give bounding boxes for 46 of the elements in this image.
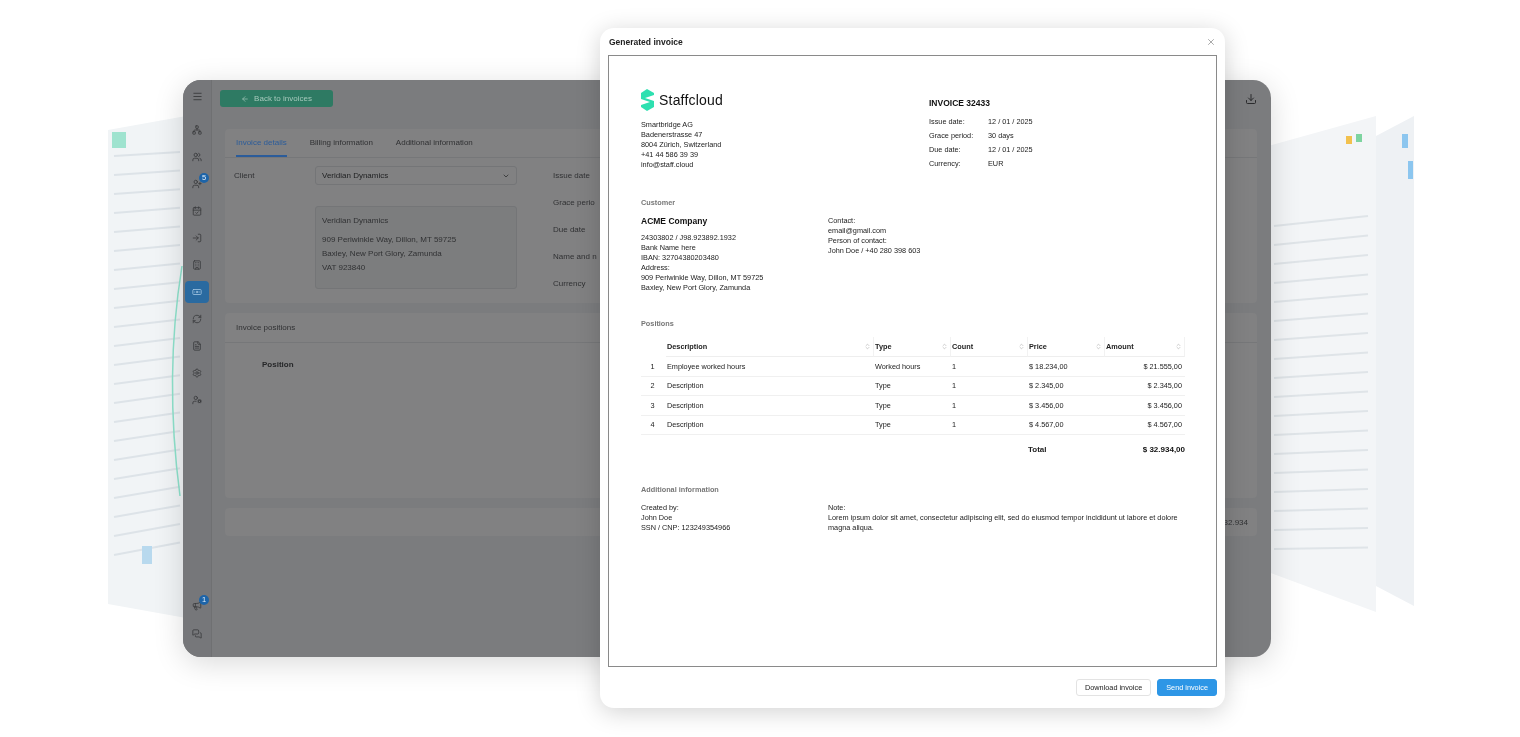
address-line: 909 Periwinkle Way, Dillon, MT 59725 <box>322 234 458 244</box>
address-line: VAT 923840 <box>322 262 367 272</box>
field-label: Client <box>234 170 256 182</box>
document-icon <box>192 341 202 351</box>
sort-icon <box>1095 343 1102 350</box>
sort-icon <box>864 343 871 350</box>
field-label: Due date <box>553 224 587 236</box>
megaphone-icon <box>192 601 202 611</box>
column-header: Position <box>262 360 294 369</box>
customer-name: ACME Company <box>641 216 709 226</box>
login-icon <box>192 233 202 243</box>
field-label: Issue date <box>553 170 591 182</box>
download-icon[interactable] <box>1245 92 1257 105</box>
tab[interactable]: Additional information <box>395 129 473 157</box>
logo-text: Staffcloud <box>659 92 723 108</box>
field-label: Grace perio <box>553 197 596 209</box>
total-value: $ 32.934,00 <box>1141 444 1185 454</box>
total-amount: 32.934 <box>1223 517 1248 527</box>
users-icon <box>192 152 202 162</box>
refresh-icon <box>192 314 202 324</box>
address-line: Baxley, New Port Glory, Zamunda <box>322 248 443 258</box>
logo-icon <box>641 89 654 111</box>
back-button[interactable]: Back to invoices <box>220 90 333 107</box>
settings-icon <box>192 368 202 378</box>
hierarchy-icon <box>192 125 202 135</box>
sort-icon <box>941 343 948 350</box>
address-line: Veridian Dynamics <box>322 215 390 225</box>
card-title: Invoice positions <box>236 323 296 332</box>
user-plus-icon <box>192 179 202 189</box>
invoice-title: INVOICE 32433 <box>929 98 991 108</box>
arrow-left-icon <box>241 94 250 103</box>
tab[interactable]: Billing information <box>309 129 373 157</box>
menu-icon[interactable] <box>191 91 203 102</box>
dialog-title: Generated invoice <box>609 36 683 47</box>
sort-icon <box>1018 343 1025 350</box>
client-select[interactable]: Veridian Dynamics <box>315 166 517 185</box>
sidebar-item[interactable] <box>185 281 209 303</box>
close-icon[interactable] <box>1206 36 1216 47</box>
chat-icon <box>192 629 202 639</box>
total-label: Total <box>1028 444 1048 454</box>
sort-icon <box>1175 343 1182 350</box>
banknote-icon <box>192 287 202 297</box>
building-icon <box>192 260 202 270</box>
field-label: Currency <box>553 278 587 290</box>
user-gear-icon <box>192 395 202 405</box>
calendar-check-icon <box>192 206 202 216</box>
